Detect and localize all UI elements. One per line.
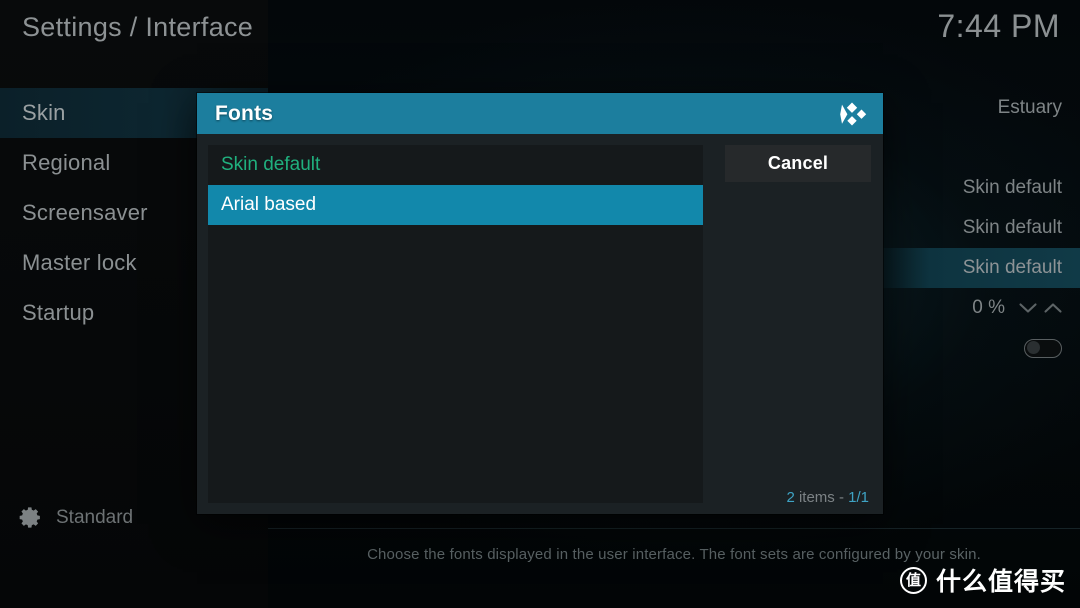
list-item-label: Skin default [221,154,321,175]
setting-value: Skin default [962,217,1062,238]
cancel-button-label: Cancel [767,153,829,173]
setting-row-skin-theme[interactable]: Estuary [880,88,1080,128]
item-count-label: 2 items - 1/1 [786,489,869,506]
spinner-control[interactable] [1019,302,1062,314]
sidebar-item-label: Master lock [22,250,137,275]
dialog-header: Fonts [197,93,883,134]
sidebar-item-label: Skin [22,100,66,125]
list-item[interactable]: Arial based [208,185,703,225]
chevron-up-icon[interactable] [1044,302,1062,314]
clock: 7:44 PM [937,8,1060,44]
kodi-logo-icon [835,99,869,129]
setting-row-sounds[interactable]: Skin default [880,208,1080,248]
chevron-down-icon[interactable] [1019,302,1037,314]
watermark: 值 什么值得买 [899,562,1066,598]
dialog-title: Fonts [215,101,274,125]
item-count-page: 1/1 [848,489,869,506]
setting-value: Estuary [997,97,1062,118]
watermark-badge-icon: 值 [899,566,927,594]
settings-level-label: Standard [56,506,134,528]
fonts-selection-dialog: Fonts Skin default Arial based Cancel 2 … [197,93,883,514]
list-item-label: Arial based [221,194,317,215]
setting-row-fonts[interactable]: Skin default [880,248,1080,288]
toggle-knob [1027,341,1040,354]
settings-values-column: Estuary Skin default Skin default Skin d… [880,88,1080,508]
sidebar-item-label: Startup [22,300,95,325]
setting-description-text: Choose the fonts displayed in the user i… [367,545,981,563]
font-options-list: Skin default Arial based [208,145,703,503]
item-count-total: 2 [786,489,795,506]
settings-level-button[interactable]: Standard [18,505,133,530]
kodi-settings-screen: Settings / Interface 7:44 PM Skin Region… [0,0,1080,608]
cancel-button[interactable]: Cancel [725,145,871,182]
setting-row-zoom[interactable]: 0 % [880,288,1080,328]
sidebar-item-label: Screensaver [22,200,148,225]
list-item[interactable]: Skin default [208,145,703,185]
setting-row-toggle[interactable] [880,328,1080,368]
breadcrumb: Settings / Interface [22,12,254,42]
setting-row-blank [880,128,1080,168]
setting-value: Skin default [962,177,1062,198]
toggle-switch[interactable] [1024,338,1062,358]
dialog-body: Skin default Arial based Cancel 2 items … [197,134,883,514]
watermark-text: 什么值得买 [935,567,1066,596]
item-count-text: items - [798,489,844,506]
setting-row-colours[interactable]: Skin default [880,168,1080,208]
sidebar-item-label: Regional [22,150,111,175]
gear-icon [18,505,43,530]
setting-value: 0 % [972,297,1005,318]
top-bar: Settings / Interface 7:44 PM [0,0,1080,88]
setting-value: Skin default [962,257,1062,278]
